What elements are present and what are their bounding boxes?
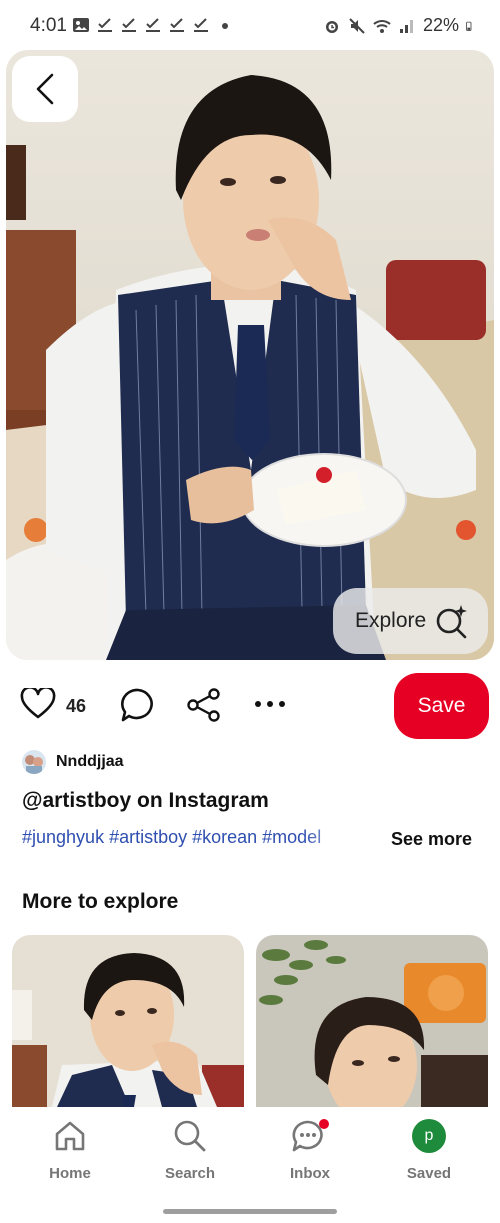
nav-home[interactable]: Home (20, 1117, 120, 1182)
comment-icon[interactable] (120, 687, 156, 723)
check-icon (194, 18, 208, 32)
pin-thumbnail (12, 935, 244, 1107)
check-icon (146, 18, 160, 32)
more-to-explore-title: More to explore (22, 890, 179, 913)
author-name: Nnddjjaa (56, 753, 124, 770)
pin-author[interactable]: Nnddjjaa (22, 750, 124, 774)
heart-icon[interactable] (20, 688, 56, 720)
explore-button[interactable]: Explore (333, 588, 488, 654)
home-indicator[interactable] (163, 1209, 337, 1214)
explore-pin[interactable] (256, 935, 488, 1107)
nav-saved[interactable]: p Saved (379, 1117, 479, 1182)
save-button[interactable]: Save (394, 673, 489, 739)
avatar (22, 750, 46, 774)
battery-icon (466, 21, 472, 31)
search-icon (174, 1120, 206, 1152)
notification-icons (72, 16, 234, 34)
wifi-icon (373, 19, 391, 33)
pin-thumbnail (256, 935, 488, 1107)
pin-description: #junghyuk #artistboy #korean #model (22, 827, 372, 853)
pin-actions: 46 Save (0, 670, 500, 740)
battery-percent: 22% (422, 15, 459, 35)
status-time: 4:01 (30, 15, 67, 36)
alarm-icon (325, 20, 338, 33)
check-icon (122, 18, 136, 32)
system-icons: 22% (323, 15, 476, 36)
notification-dot (319, 1119, 329, 1129)
explore-pin[interactable] (12, 935, 244, 1107)
nav-home-label: Home (49, 1165, 91, 1182)
back-button[interactable] (12, 56, 78, 122)
check-icon (98, 18, 112, 32)
profile-avatar: p (412, 1119, 446, 1153)
home-icon (55, 1121, 85, 1151)
nav-search-label: Search (164, 1165, 216, 1182)
nav-inbox[interactable]: Inbox (260, 1117, 360, 1182)
dot-icon (222, 23, 228, 29)
hashtags[interactable]: #junghyuk #artistboy #korean #model (22, 827, 321, 847)
see-more-link[interactable]: See more (391, 829, 472, 850)
nav-inbox-label: Inbox (290, 1165, 330, 1182)
nav-search[interactable]: Search (140, 1117, 240, 1182)
pin-image[interactable] (6, 50, 494, 660)
bottom-navigation: Home Search Inbox p Saved (0, 1107, 500, 1223)
explore-label: Explore (355, 609, 427, 632)
pin-photo (6, 50, 494, 660)
visual-search-icon (436, 605, 468, 639)
mute-icon (349, 17, 365, 34)
nav-saved-label: Saved (406, 1165, 452, 1182)
signal-icon (399, 19, 413, 33)
image-icon (73, 18, 89, 32)
share-icon[interactable] (186, 688, 222, 722)
check-icon (170, 18, 184, 32)
status-bar: 4:01 22% (0, 0, 500, 52)
more-options-icon[interactable] (252, 696, 288, 712)
like-count: 46 (66, 696, 87, 716)
pin-title: @artistboy on Instagram (22, 789, 269, 812)
inbox-icon (292, 1119, 329, 1152)
chevron-left-icon (36, 73, 54, 105)
fade-overlay (302, 827, 372, 853)
